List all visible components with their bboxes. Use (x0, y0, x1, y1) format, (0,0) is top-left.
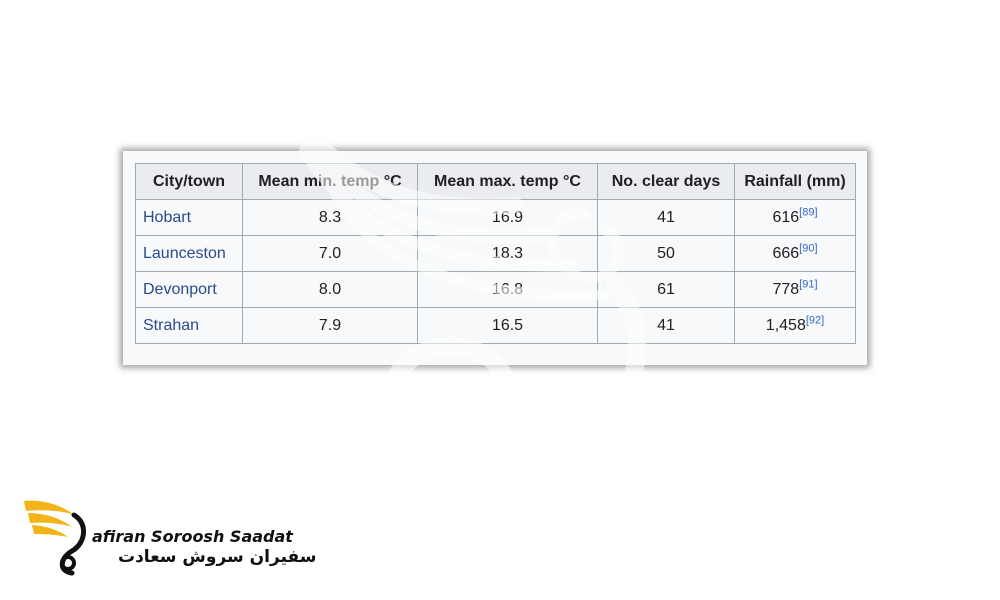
reference-link[interactable]: [91] (799, 278, 817, 290)
logo-text-fa: سفیران سروش سعادت (118, 547, 317, 567)
city-link[interactable]: Strahan (143, 317, 199, 334)
min-temp-cell: 7.9 (242, 307, 418, 344)
clear-days-cell: 61 (597, 271, 735, 308)
header-rainfall[interactable]: Rainfall (mm) (734, 163, 856, 200)
header-city[interactable]: City/town (135, 163, 243, 200)
rainfall-cell: 616[89] (734, 199, 856, 236)
climate-table: City/town Mean min. temp °C Mean max. te… (135, 163, 856, 344)
city-cell: Launceston (135, 235, 243, 272)
max-temp-cell: 16.8 (417, 271, 598, 308)
wing-logo-icon (24, 500, 86, 576)
city-cell: Hobart (135, 199, 243, 236)
clear-days-cell: 41 (597, 307, 735, 344)
min-temp-cell: 8.3 (242, 199, 418, 236)
table-row: Hobart 8.3 16.9 41 616[89] (135, 199, 856, 236)
reference-link[interactable]: [90] (799, 242, 817, 254)
rainfall-value: 616 (772, 208, 800, 226)
rainfall-cell: 1,458[92] (734, 307, 856, 344)
rainfall-cell: 666[90] (734, 235, 856, 272)
min-temp-cell: 7.0 (242, 235, 418, 272)
reference-link[interactable]: [92] (806, 314, 824, 326)
min-temp-cell: 8.0 (242, 271, 418, 308)
table-row: Strahan 7.9 16.5 41 1,458[92] (135, 307, 856, 344)
city-cell: Devonport (135, 271, 243, 308)
max-temp-cell: 16.9 (417, 199, 598, 236)
clear-days-cell: 41 (597, 199, 735, 236)
brand-logo: afiran Soroosh Saadat سفیران سروش سعادت (22, 493, 316, 583)
table-row: Launceston 7.0 18.3 50 666[90] (135, 235, 856, 272)
city-link[interactable]: Devonport (143, 281, 217, 298)
rainfall-value: 666 (772, 244, 800, 262)
table-panel: City/town Mean min. temp °C Mean max. te… (123, 151, 867, 365)
logo-text-en: afiran Soroosh Saadat (92, 527, 293, 546)
max-temp-cell: 18.3 (417, 235, 598, 272)
header-mean-max-temp[interactable]: Mean max. temp °C (417, 163, 598, 200)
rainfall-cell: 778[91] (734, 271, 856, 308)
city-link[interactable]: Launceston (143, 245, 226, 262)
reference-link[interactable]: [89] (799, 206, 817, 218)
table-header-row: City/town Mean min. temp °C Mean max. te… (135, 163, 856, 200)
header-clear-days[interactable]: No. clear days (597, 163, 735, 200)
max-temp-cell: 16.5 (417, 307, 598, 344)
rainfall-value: 778 (772, 280, 800, 298)
clear-days-cell: 50 (597, 235, 735, 272)
city-link[interactable]: Hobart (143, 209, 191, 226)
city-cell: Strahan (135, 307, 243, 344)
table-row: Devonport 8.0 16.8 61 778[91] (135, 271, 856, 308)
rainfall-value: 1,458 (765, 316, 806, 334)
header-mean-min-temp[interactable]: Mean min. temp °C (242, 163, 418, 200)
